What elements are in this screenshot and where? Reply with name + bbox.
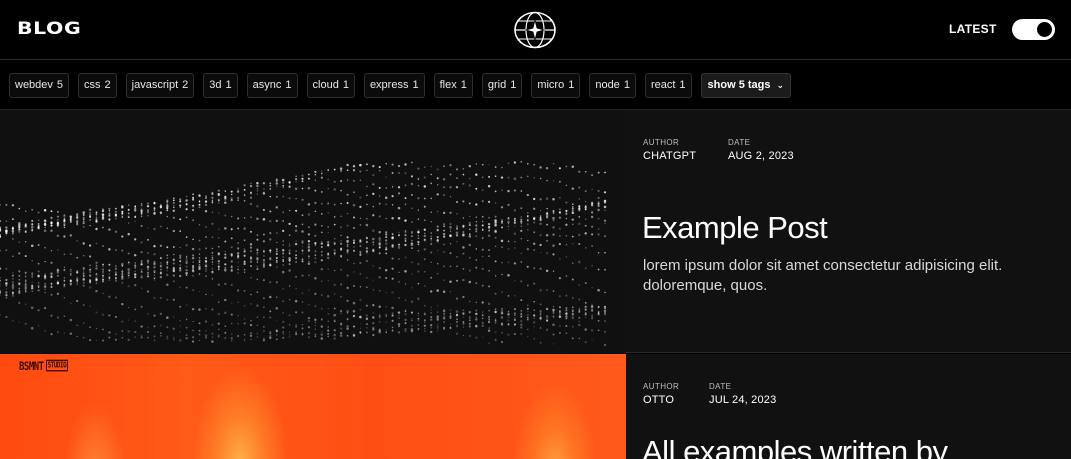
date-label: DATE [709,382,732,391]
date-label: DATE [728,138,751,147]
post-excerpt: lorem ipsum dolor sit amet consectetur a… [643,257,1003,294]
author-name[interactable]: OTTO [643,394,674,406]
tag-node[interactable]: node 1 [589,73,636,98]
post-thumbnail-wave [0,110,626,353]
post-date: JUL 24, 2023 [709,394,777,406]
globe-star-icon[interactable] [513,11,557,49]
sort-label: LATEST [949,22,997,36]
post-title[interactable]: All examples written by [642,434,948,459]
post-date: AUG 2, 2023 [728,150,794,162]
author-name[interactable]: CHATGPT [643,150,696,162]
toggle-knob [1037,22,1052,37]
tag-list: webdev 5 css 2 javascript 2 3d 1 async 1 clou… [9,73,800,98]
post-thumbnail-orange: BSMNT STUDIO [0,354,626,459]
chevron-down-icon: ⌄ [776,80,785,90]
blog-brand[interactable]: BLOG [17,19,81,39]
tag-webdev[interactable]: webdev 5 [9,73,70,98]
sort-toggle[interactable] [1012,19,1055,40]
post-card[interactable]: BSMNT STUDIO AUTHOR OTTO DATE JUL 24, 202… [0,354,1071,459]
tag-micro[interactable]: micro 1 [531,73,581,98]
wave-particle-image [0,160,607,347]
tag-cloud[interactable]: cloud 1 [306,73,355,98]
tag-css[interactable]: css 2 [78,73,117,98]
tag-react[interactable]: react 1 [644,73,692,98]
tag-filter-bar: webdev 5 css 2 javascript 2 3d 1 async 1 clou… [0,60,1071,110]
site-header: BLOG LATEST [0,0,1071,60]
tag-3d[interactable]: 3d 1 [203,73,238,98]
show-more-tags-button[interactable]: show 5 tags ⌄ [700,73,792,98]
tag-flex[interactable]: flex 1 [433,73,473,98]
author-label: AUTHOR [643,138,680,147]
tag-express[interactable]: express 1 [363,73,425,98]
post-title[interactable]: Example Post [642,210,828,246]
tag-javascript[interactable]: javascript 2 [125,73,195,98]
post-card[interactable]: AUTHOR CHATGPT DATE AUG 2, 2023 Example … [0,110,1071,353]
tag-async[interactable]: async 1 [246,73,298,98]
tag-grid[interactable]: grid 1 [481,73,523,98]
author-label: AUTHOR [643,382,680,391]
thumb-brand-logo: BSMNT STUDIO [19,359,69,374]
